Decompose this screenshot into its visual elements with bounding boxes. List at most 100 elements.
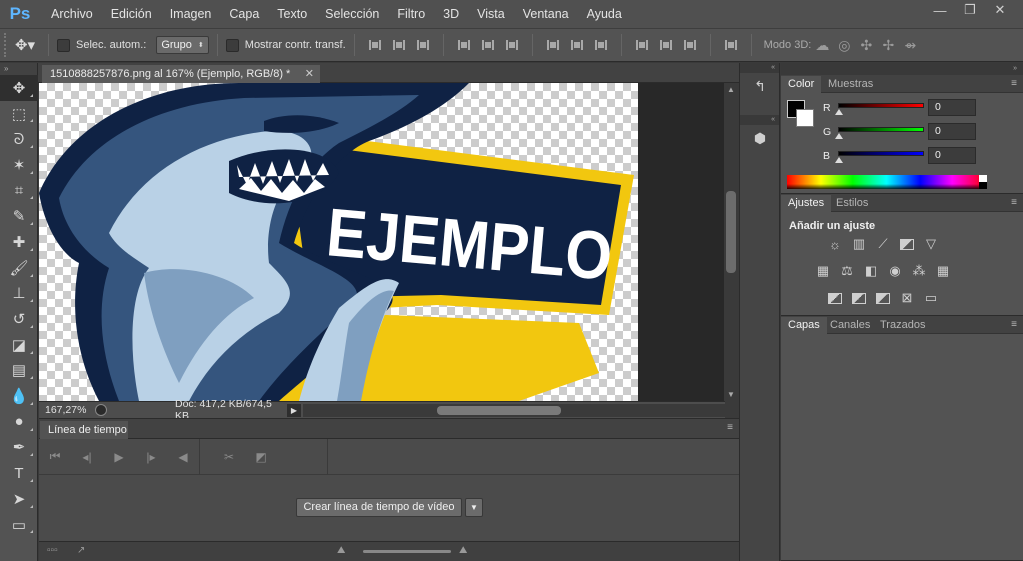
menu-imagen[interactable]: Imagen [161, 0, 221, 28]
menu-3d[interactable]: 3D [434, 0, 468, 28]
slide-3d-icon[interactable]: ✢ [877, 36, 899, 54]
distribute-left-icon[interactable] [631, 36, 653, 54]
menu-archivo[interactable]: Archivo [42, 0, 102, 28]
restore-button[interactable]: ❐ [955, 0, 985, 20]
auto-align-icon[interactable] [720, 36, 742, 54]
scroll-down-icon[interactable]: ▼ [724, 390, 738, 399]
rotate-3d-icon[interactable]: ☁ [811, 36, 833, 54]
align-top-icon[interactable] [364, 36, 386, 54]
move-tool-preset-icon[interactable]: ✥▾ [10, 36, 40, 54]
layers-panel-menu-icon[interactable]: ≡ [1011, 319, 1017, 330]
scroll-up-icon[interactable]: ▲ [724, 85, 738, 94]
menu-capa[interactable]: Capa [220, 0, 268, 28]
zoom-in-mountain-icon[interactable]: ⛰ [459, 545, 467, 556]
tab-color[interactable]: Color [781, 76, 822, 93]
align-right-icon[interactable] [501, 36, 523, 54]
green-slider-knob[interactable] [835, 133, 843, 139]
background-color-swatch[interactable] [796, 109, 814, 127]
tools-collapse-icon[interactable]: » [0, 63, 37, 75]
distribute-right-icon[interactable] [679, 36, 701, 54]
close-window-button[interactable]: ✕ [985, 0, 1015, 20]
adjustments-panel-menu-icon[interactable]: ≡ [1011, 197, 1017, 208]
auto-select-dropdown[interactable]: Grupo ⬍ [156, 36, 209, 54]
pan-3d-icon[interactable]: ✣ [855, 36, 877, 54]
distribute-top-icon[interactable] [542, 36, 564, 54]
gradient-map-icon[interactable]: ▭ [919, 288, 943, 308]
previous-frame-icon[interactable]: ◂| [71, 450, 103, 464]
path-selection-tool-icon[interactable]: ➤ [0, 486, 38, 512]
type-tool-icon[interactable]: T [0, 460, 38, 486]
status-info-icon[interactable] [95, 404, 107, 416]
dock-collapse-icon-2[interactable]: « [740, 115, 779, 125]
timeline-type-dropdown-icon[interactable]: ▼ [465, 498, 483, 517]
close-tab-icon[interactable]: ✕ [305, 65, 314, 83]
menu-ayuda[interactable]: Ayuda [578, 0, 631, 28]
color-panel-menu-icon[interactable]: ≡ [1011, 78, 1017, 89]
audio-icon[interactable]: ◀ [167, 450, 199, 464]
exposure-icon[interactable] [895, 234, 919, 254]
vibrance-icon[interactable]: ▽ [919, 234, 943, 254]
gradient-tool-icon[interactable]: ▤ [0, 358, 38, 384]
history-panel-icon[interactable]: ↰ [740, 73, 780, 99]
tab-timeline[interactable]: Línea de tiempo [40, 421, 128, 439]
history-brush-tool-icon[interactable]: ↺ [0, 306, 38, 332]
zoom-level[interactable]: 167,27% [39, 404, 95, 416]
menu-seleccion[interactable]: Selección [316, 0, 388, 28]
image-canvas[interactable]: EJEMPLO [39, 83, 638, 401]
tab-layers[interactable]: Capas [781, 317, 827, 334]
play-icon[interactable]: ▶ [103, 450, 135, 464]
tab-channels[interactable]: Canales [823, 317, 877, 334]
tab-swatches[interactable]: Muestras [821, 76, 880, 93]
status-menu-arrow-icon[interactable]: ▶ [287, 403, 301, 417]
marquee-tool-icon[interactable]: ⬚ [0, 101, 38, 127]
lasso-tool-icon[interactable]: ᘐ [0, 126, 38, 152]
distribute-hcenter-icon[interactable] [655, 36, 677, 54]
timeline-zoom-slider[interactable] [363, 550, 451, 553]
hue-saturation-icon[interactable]: ▦ [811, 261, 835, 281]
horizontal-scrollbar[interactable] [303, 403, 725, 417]
levels-icon[interactable]: ▥ [847, 234, 871, 254]
pen-tool-icon[interactable]: ✒ [0, 435, 38, 461]
red-slider[interactable]: R 0 [823, 99, 1018, 121]
create-video-timeline-button[interactable]: Crear línea de tiempo de vídeo [296, 498, 462, 517]
minimize-button[interactable]: — [925, 0, 955, 20]
dock-collapse-icon[interactable]: « [740, 63, 779, 73]
move-tool-icon[interactable]: ✥ [0, 75, 38, 101]
distribute-bottom-icon[interactable] [590, 36, 612, 54]
panels-collapse-icon[interactable]: » [781, 63, 1023, 75]
3d-panel-icon[interactable]: ⬢ [740, 125, 780, 151]
align-hcenter-icon[interactable] [477, 36, 499, 54]
threshold-icon[interactable] [871, 288, 895, 308]
invert-icon[interactable] [823, 288, 847, 308]
clone-stamp-tool-icon[interactable]: ⊥ [0, 281, 38, 307]
eyedropper-tool-icon[interactable]: ✎ [0, 203, 38, 229]
menu-texto[interactable]: Texto [268, 0, 316, 28]
brightness-contrast-icon[interactable]: ☼ [823, 234, 847, 254]
menu-edicion[interactable]: Edición [102, 0, 161, 28]
document-tab[interactable]: 1510888257876.png al 167% (Ejemplo, RGB/… [42, 65, 320, 83]
split-scissors-icon[interactable]: ✂ [213, 450, 245, 464]
red-value[interactable]: 0 [928, 99, 976, 116]
rectangle-tool-icon[interactable]: ▭ [0, 512, 38, 538]
blue-slider-knob[interactable] [835, 157, 843, 163]
selective-color-icon[interactable]: ⊠ [895, 288, 919, 308]
green-value[interactable]: 0 [928, 123, 976, 140]
go-first-frame-icon[interactable]: ⏮ [39, 449, 71, 464]
posterize-icon[interactable] [847, 288, 871, 308]
menu-vista[interactable]: Vista [468, 0, 514, 28]
color-balance-icon[interactable]: ⚖ [835, 261, 859, 281]
frame-grid-icon[interactable]: ▫▫▫ [47, 545, 58, 556]
scale-3d-icon[interactable]: ⇴ [899, 36, 921, 54]
color-spectrum[interactable] [787, 175, 986, 189]
brush-tool-icon[interactable]: 🖌 [0, 255, 38, 281]
tab-adjustments[interactable]: Ajustes [781, 195, 832, 212]
align-bottom-icon[interactable] [412, 36, 434, 54]
crop-tool-icon[interactable]: ⌗ [0, 178, 38, 204]
align-left-icon[interactable] [453, 36, 475, 54]
black-white-swatch[interactable] [979, 175, 987, 189]
zoom-out-mountain-icon[interactable]: ⛰ [337, 545, 345, 556]
curves-icon[interactable]: ⟋ [871, 234, 895, 254]
convert-arrow-icon[interactable]: ↗ [77, 545, 85, 556]
next-frame-icon[interactable]: |▸ [135, 450, 167, 464]
roll-3d-icon[interactable]: ◎ [833, 36, 855, 54]
